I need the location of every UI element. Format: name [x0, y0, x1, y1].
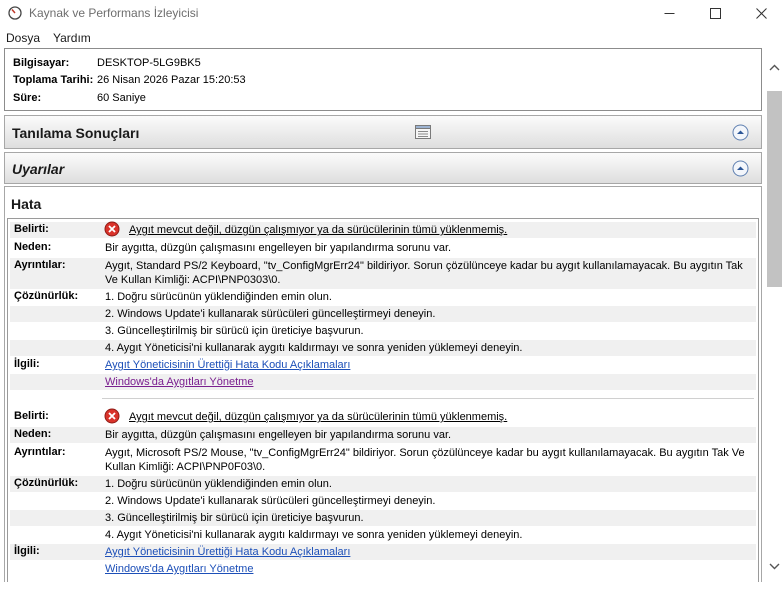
warnings-section-header[interactable]: Uyarılar	[4, 152, 762, 184]
related-link-manage-devices[interactable]: Windows'da Aygıtları Yönetme	[105, 375, 755, 389]
table-row: 2. Windows Update'i kullanarak sürücüler…	[10, 306, 756, 322]
table-row: 4. Aygıt Yöneticisi'ni kullanarak aygıtı…	[10, 340, 756, 356]
report-info-box: Bilgisayar: DESKTOP-5LG9BK5 Toplama Tari…	[4, 48, 762, 111]
cause-label: Neden:	[14, 241, 52, 253]
error-panel: Hata Belirti: Aygıt mevcut değil, düzgün…	[4, 186, 762, 582]
table-row: Windows'da Aygıtları Yönetme	[10, 374, 756, 390]
resolution-step: 2. Windows Update'i kullanarak sürücüler…	[105, 308, 436, 320]
warnings-title: Uyarılar	[12, 161, 65, 177]
title-bar: Kaynak ve Performans İzleyicisi	[0, 0, 784, 27]
duration-label: Süre:	[13, 92, 42, 104]
table-row: Neden: Bir aygıtta, düzgün çalışmasını e…	[10, 427, 756, 443]
maximize-button[interactable]	[692, 0, 738, 27]
resolution-step: 3. Güncelleştirilmiş bir sürücü için üre…	[105, 325, 364, 337]
table-row: Windows'da Aygıtları Yönetme	[10, 561, 756, 577]
resource-monitor-icon	[8, 6, 22, 20]
error-title: Hata	[11, 196, 42, 212]
error-icon	[104, 408, 120, 424]
table-row: 3. Güncelleştirilmiş bir sürücü için üre…	[10, 510, 756, 526]
table-row: 4. Aygıt Yöneticisi'ni kullanarak aygıtı…	[10, 527, 756, 543]
collapse-up-icon[interactable]	[732, 160, 749, 177]
scroll-up-icon[interactable]	[769, 64, 780, 71]
table-row: Belirti: Aygıt mevcut değil, düzgün çalı…	[10, 408, 756, 425]
collapse-up-icon[interactable]	[732, 124, 749, 141]
details-label: Ayrıntılar:	[14, 259, 66, 271]
collected-label: Toplama Tarihi:	[13, 74, 94, 86]
diagnostics-section-header[interactable]: Tanılama Sonuçları	[4, 115, 762, 149]
resolution-step: 2. Windows Update'i kullanarak sürücüler…	[105, 495, 436, 507]
table-row: İlgili: Aygıt Yöneticisinin Ürettiği Hat…	[10, 544, 756, 560]
table-row: 3. Güncelleştirilmiş bir sürücü için üre…	[10, 323, 756, 339]
symptom-value: Aygıt mevcut değil, düzgün çalışmıyor ya…	[104, 221, 755, 237]
minimize-icon	[664, 13, 674, 14]
resolution-step: 3. Güncelleştirilmiş bir sürücü için üre…	[105, 512, 364, 524]
table-row: Neden: Bir aygıtta, düzgün çalışmasını e…	[10, 240, 756, 256]
menu-file[interactable]: Dosya	[6, 31, 40, 45]
symptom-label: Belirti:	[14, 410, 49, 422]
collected-value: 26 Nisan 2026 Pazar 15:20:53	[97, 74, 246, 86]
vertical-scrollbar[interactable]	[765, 48, 784, 582]
close-button[interactable]	[738, 0, 784, 27]
resolution-step: 1. Doğru sürücünün yüklendiğinden emin o…	[105, 478, 332, 490]
details-value: Aygıt, Standard PS/2 Keyboard, "tv_Confi…	[105, 260, 743, 286]
resolution-step: 4. Aygıt Yöneticisi'ni kullanarak aygıtı…	[105, 342, 523, 354]
cause-label: Neden:	[14, 428, 52, 440]
menu-help[interactable]: Yardım	[53, 31, 91, 45]
diagnostics-title: Tanılama Sonuçları	[12, 125, 140, 141]
related-link-error-codes[interactable]: Aygıt Yöneticisinin Ürettiği Hata Kodu A…	[105, 545, 755, 559]
report-icon[interactable]	[415, 125, 431, 139]
scroll-down-icon[interactable]	[769, 563, 780, 570]
cause-value: Bir aygıtta, düzgün çalışmasını engelley…	[105, 242, 452, 254]
related-label: İlgili:	[14, 358, 40, 370]
table-row: Ayrıntılar: Aygıt, Microsoft PS/2 Mouse,…	[10, 445, 756, 476]
resolution-label: Çözünürlük:	[14, 290, 79, 302]
table-row: Çözünürlük: 1. Doğru sürücünün yüklendiğ…	[10, 476, 756, 492]
error-table: Belirti: Aygıt mevcut değil, düzgün çalı…	[7, 218, 759, 582]
related-link-manage-devices[interactable]: Windows'da Aygıtları Yönetme	[105, 562, 755, 576]
menu-bar: Dosya Yardım	[0, 28, 784, 47]
computer-label: Bilgisayar:	[13, 57, 70, 69]
table-row: Belirti: Aygıt mevcut değil, düzgün çalı…	[10, 221, 756, 238]
symptom-label: Belirti:	[14, 223, 49, 235]
error-icon	[104, 221, 120, 237]
window-title: Kaynak ve Performans İzleyicisi	[29, 6, 199, 20]
details-label: Ayrıntılar:	[14, 446, 66, 458]
cause-value: Bir aygıtta, düzgün çalışmasını engelley…	[105, 429, 452, 441]
report-content: Bilgisayar: DESKTOP-5LG9BK5 Toplama Tari…	[4, 48, 765, 582]
computer-value: DESKTOP-5LG9BK5	[97, 57, 201, 69]
scrollbar-thumb[interactable]	[767, 91, 782, 287]
resolution-step: 4. Aygıt Yöneticisi'ni kullanarak aygıtı…	[105, 529, 523, 541]
table-row: 2. Windows Update'i kullanarak sürücüler…	[10, 493, 756, 509]
maximize-icon	[709, 8, 721, 19]
duration-value: 60 Saniye	[97, 92, 146, 104]
row-divider	[102, 398, 754, 399]
minimize-button[interactable]	[646, 0, 692, 27]
close-icon	[755, 8, 767, 19]
table-row: Çözünürlük: 1. Doğru sürücünün yüklendiğ…	[10, 289, 756, 305]
related-link-error-codes[interactable]: Aygıt Yöneticisinin Ürettiği Hata Kodu A…	[105, 358, 755, 372]
related-label: İlgili:	[14, 545, 40, 557]
table-row: Ayrıntılar: Aygıt, Standard PS/2 Keyboar…	[10, 258, 756, 289]
resolution-step: 1. Doğru sürücünün yüklendiğinden emin o…	[105, 291, 332, 303]
symptom-value: Aygıt mevcut değil, düzgün çalışmıyor ya…	[104, 408, 755, 424]
table-row: İlgili: Aygıt Yöneticisinin Ürettiği Hat…	[10, 357, 756, 373]
details-value: Aygıt, Microsoft PS/2 Mouse, "tv_ConfigM…	[105, 447, 745, 473]
resolution-label: Çözünürlük:	[14, 477, 79, 489]
